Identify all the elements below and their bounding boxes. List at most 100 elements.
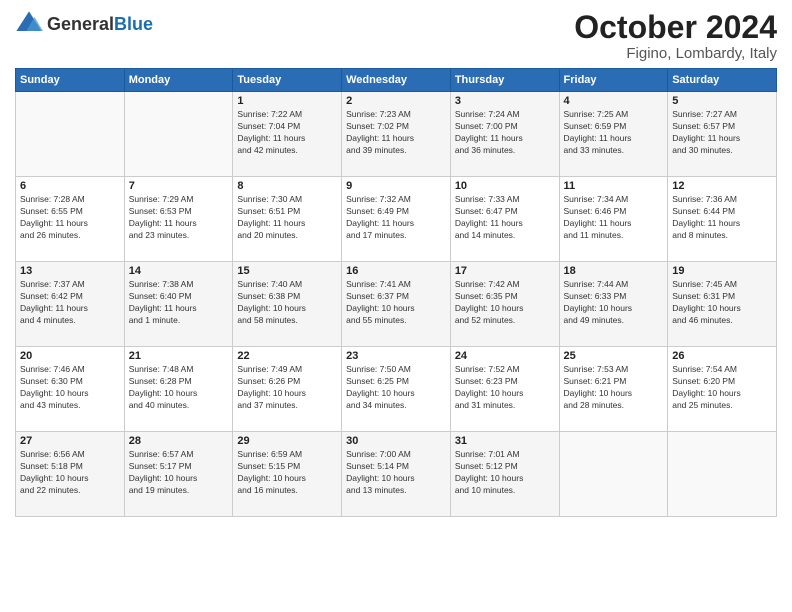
day-info: Sunrise: 7:24 AM Sunset: 7:00 PM Dayligh… (455, 109, 555, 157)
calendar-cell: 20 Sunrise: 7:46 AM Sunset: 6:30 PM Dayli… (16, 347, 125, 432)
day-info: Sunrise: 7:36 AM Sunset: 6:44 PM Dayligh… (672, 194, 772, 242)
day-number: 11 (564, 180, 664, 192)
day-number: 13 (20, 265, 120, 277)
calendar-cell: 8Sunrise: 7:30 AM Sunset: 6:51 PM Daylig… (233, 177, 342, 262)
day-number: 23 (346, 350, 446, 362)
day-info: Sunrise: 7:32 AM Sunset: 6:49 PM Dayligh… (346, 194, 446, 242)
day-info: Sunrise: 7:41 AM Sunset: 6:37 PM Dayligh… (346, 279, 446, 327)
day-number: 30 (346, 435, 446, 447)
calendar-cell: 14 Sunrise: 7:38 AM Sunset: 6:40 PM Dayli… (124, 262, 233, 347)
day-number: 9 (346, 180, 446, 192)
logo-icon (15, 10, 43, 38)
weekday-header-saturday: Saturday (668, 69, 777, 92)
day-number: 1 (237, 95, 337, 107)
calendar-cell: 31 Sunrise: 7:01 AM Sunset: 5:12 PM Dayli… (450, 432, 559, 517)
weekday-header-row: SundayMondayTuesdayWednesdayThursdayFrid… (16, 69, 777, 92)
day-number: 17 (455, 265, 555, 277)
day-info: Sunrise: 7:46 AM Sunset: 6:30 PM Dayligh… (20, 364, 120, 412)
day-info: Sunrise: 6:57 AM Sunset: 5:17 PM Dayligh… (129, 449, 229, 497)
month-title: October 2024 (574, 10, 777, 45)
day-number: 25 (564, 350, 664, 362)
calendar-cell: 23 Sunrise: 7:50 AM Sunset: 6:25 PM Dayli… (342, 347, 451, 432)
day-info: Sunrise: 7:50 AM Sunset: 6:25 PM Dayligh… (346, 364, 446, 412)
calendar-cell: 21 Sunrise: 7:48 AM Sunset: 6:28 PM Dayli… (124, 347, 233, 432)
calendar-table: SundayMondayTuesdayWednesdayThursdayFrid… (15, 68, 777, 517)
day-number: 19 (672, 265, 772, 277)
calendar-cell: 28 Sunrise: 6:57 AM Sunset: 5:17 PM Dayli… (124, 432, 233, 517)
week-row-4: 20 Sunrise: 7:46 AM Sunset: 6:30 PM Dayli… (16, 347, 777, 432)
calendar-cell: 18 Sunrise: 7:44 AM Sunset: 6:33 PM Dayli… (559, 262, 668, 347)
day-info: Sunrise: 7:01 AM Sunset: 5:12 PM Dayligh… (455, 449, 555, 497)
calendar-cell: 17 Sunrise: 7:42 AM Sunset: 6:35 PM Dayli… (450, 262, 559, 347)
day-number: 18 (564, 265, 664, 277)
day-info: Sunrise: 7:23 AM Sunset: 7:02 PM Dayligh… (346, 109, 446, 157)
logo-blue: Blue (114, 14, 153, 34)
calendar-cell: 15Sunrise: 7:40 AM Sunset: 6:38 PM Dayli… (233, 262, 342, 347)
weekday-header-sunday: Sunday (16, 69, 125, 92)
week-row-3: 13Sunrise: 7:37 AM Sunset: 6:42 PM Dayli… (16, 262, 777, 347)
day-number: 31 (455, 435, 555, 447)
calendar-cell (124, 92, 233, 177)
calendar-cell: 19 Sunrise: 7:45 AM Sunset: 6:31 PM Dayli… (668, 262, 777, 347)
day-info: Sunrise: 7:52 AM Sunset: 6:23 PM Dayligh… (455, 364, 555, 412)
weekday-header-friday: Friday (559, 69, 668, 92)
day-number: 5 (672, 95, 772, 107)
day-info: Sunrise: 7:38 AM Sunset: 6:40 PM Dayligh… (129, 279, 229, 327)
day-number: 14 (129, 265, 229, 277)
day-number: 16 (346, 265, 446, 277)
day-info: Sunrise: 7:42 AM Sunset: 6:35 PM Dayligh… (455, 279, 555, 327)
calendar-cell (16, 92, 125, 177)
calendar-cell: 12 Sunrise: 7:36 AM Sunset: 6:44 PM Dayli… (668, 177, 777, 262)
calendar-cell: 6Sunrise: 7:28 AM Sunset: 6:55 PM Daylig… (16, 177, 125, 262)
day-number: 26 (672, 350, 772, 362)
day-number: 20 (20, 350, 120, 362)
weekday-header-thursday: Thursday (450, 69, 559, 92)
location-title: Figino, Lombardy, Italy (574, 45, 777, 62)
day-number: 24 (455, 350, 555, 362)
day-info: Sunrise: 7:29 AM Sunset: 6:53 PM Dayligh… (129, 194, 229, 242)
week-row-2: 6Sunrise: 7:28 AM Sunset: 6:55 PM Daylig… (16, 177, 777, 262)
day-number: 27 (20, 435, 120, 447)
day-number: 28 (129, 435, 229, 447)
calendar-cell: 7Sunrise: 7:29 AM Sunset: 6:53 PM Daylig… (124, 177, 233, 262)
day-info: Sunrise: 7:28 AM Sunset: 6:55 PM Dayligh… (20, 194, 120, 242)
calendar-cell: 22Sunrise: 7:49 AM Sunset: 6:26 PM Dayli… (233, 347, 342, 432)
calendar-cell: 5Sunrise: 7:27 AM Sunset: 6:57 PM Daylig… (668, 92, 777, 177)
day-info: Sunrise: 7:33 AM Sunset: 6:47 PM Dayligh… (455, 194, 555, 242)
day-info: Sunrise: 7:44 AM Sunset: 6:33 PM Dayligh… (564, 279, 664, 327)
calendar-cell: 9 Sunrise: 7:32 AM Sunset: 6:49 PM Daylig… (342, 177, 451, 262)
calendar-cell: 10 Sunrise: 7:33 AM Sunset: 6:47 PM Dayli… (450, 177, 559, 262)
day-number: 2 (346, 95, 446, 107)
logo-text: GeneralBlue (47, 14, 153, 35)
day-info: Sunrise: 7:40 AM Sunset: 6:38 PM Dayligh… (237, 279, 337, 327)
day-number: 29 (237, 435, 337, 447)
calendar-cell: 29 Sunrise: 6:59 AM Sunset: 5:15 PM Dayli… (233, 432, 342, 517)
day-number: 21 (129, 350, 229, 362)
calendar-cell: 30Sunrise: 7:00 AM Sunset: 5:14 PM Dayli… (342, 432, 451, 517)
main-container: GeneralBlue October 2024 Figino, Lombard… (0, 0, 792, 527)
title-block: October 2024 Figino, Lombardy, Italy (574, 10, 777, 62)
day-number: 12 (672, 180, 772, 192)
logo: GeneralBlue (15, 10, 153, 38)
day-number: 10 (455, 180, 555, 192)
day-info: Sunrise: 7:22 AM Sunset: 7:04 PM Dayligh… (237, 109, 337, 157)
day-number: 8 (237, 180, 337, 192)
day-info: Sunrise: 6:56 AM Sunset: 5:18 PM Dayligh… (20, 449, 120, 497)
calendar-cell: 16 Sunrise: 7:41 AM Sunset: 6:37 PM Dayli… (342, 262, 451, 347)
header: GeneralBlue October 2024 Figino, Lombard… (15, 10, 777, 62)
calendar-cell: 1 Sunrise: 7:22 AM Sunset: 7:04 PM Daylig… (233, 92, 342, 177)
calendar-cell: 3 Sunrise: 7:24 AM Sunset: 7:00 PM Daylig… (450, 92, 559, 177)
day-info: Sunrise: 7:49 AM Sunset: 6:26 PM Dayligh… (237, 364, 337, 412)
day-info: Sunrise: 7:48 AM Sunset: 6:28 PM Dayligh… (129, 364, 229, 412)
calendar-cell: 11Sunrise: 7:34 AM Sunset: 6:46 PM Dayli… (559, 177, 668, 262)
day-number: 3 (455, 95, 555, 107)
week-row-5: 27 Sunrise: 6:56 AM Sunset: 5:18 PM Dayli… (16, 432, 777, 517)
weekday-header-monday: Monday (124, 69, 233, 92)
day-info: Sunrise: 7:25 AM Sunset: 6:59 PM Dayligh… (564, 109, 664, 157)
calendar-cell (668, 432, 777, 517)
logo-general: General (47, 14, 114, 34)
day-info: Sunrise: 6:59 AM Sunset: 5:15 PM Dayligh… (237, 449, 337, 497)
calendar-cell: 26Sunrise: 7:54 AM Sunset: 6:20 PM Dayli… (668, 347, 777, 432)
day-info: Sunrise: 7:45 AM Sunset: 6:31 PM Dayligh… (672, 279, 772, 327)
calendar-cell: 25Sunrise: 7:53 AM Sunset: 6:21 PM Dayli… (559, 347, 668, 432)
